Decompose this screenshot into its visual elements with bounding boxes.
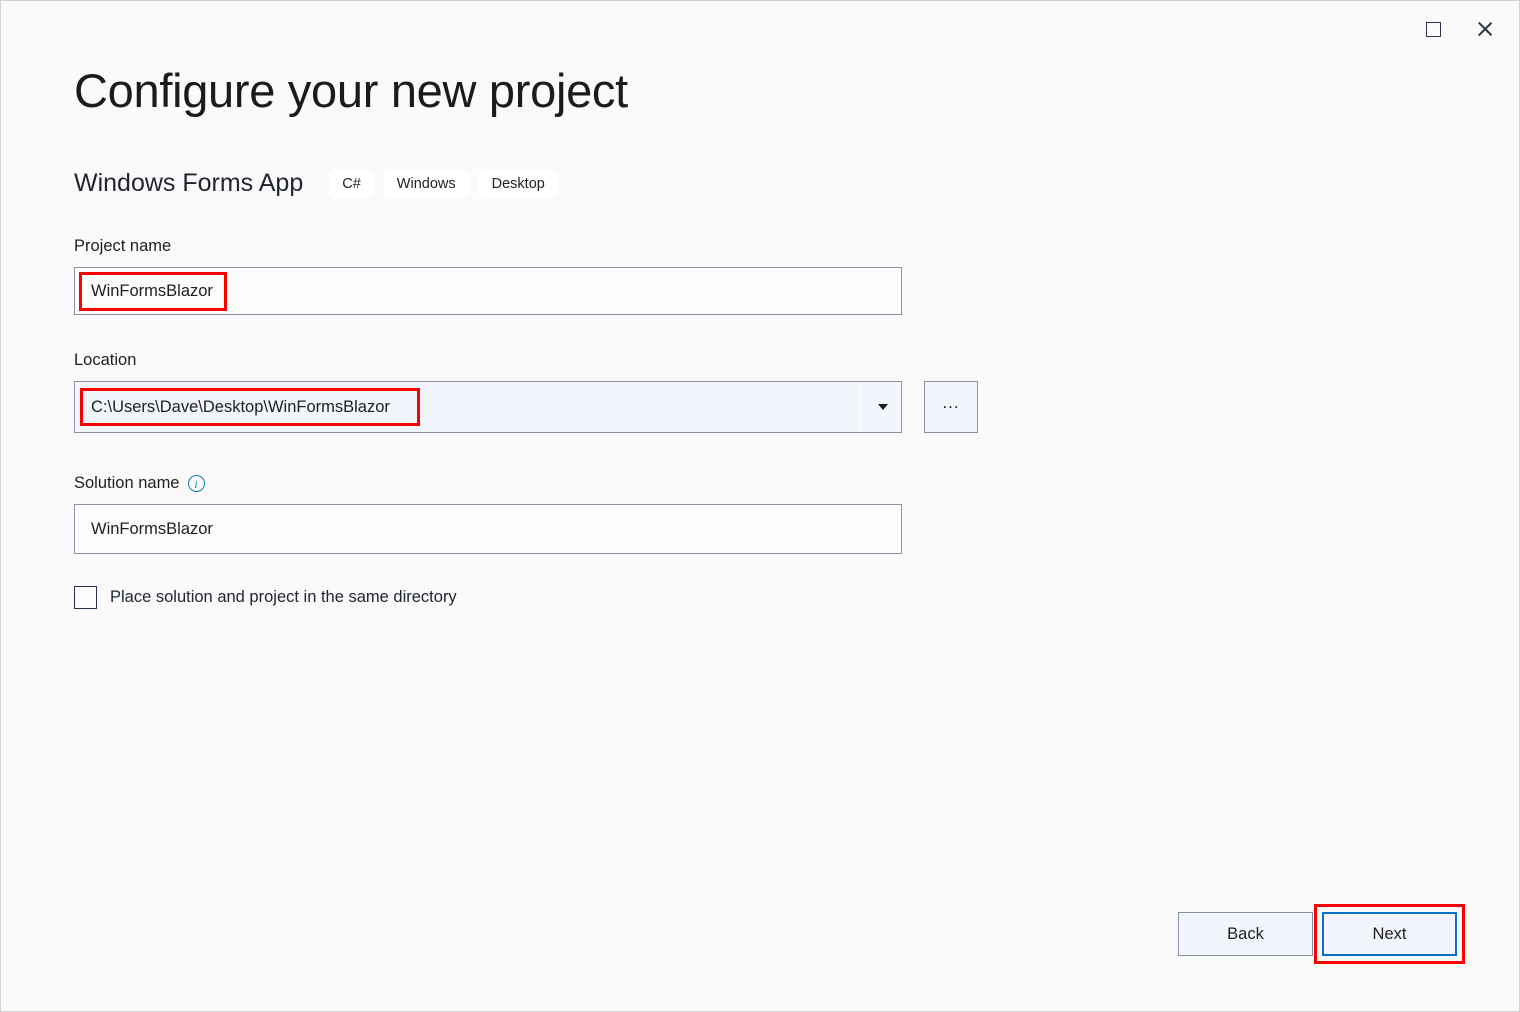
- info-icon[interactable]: i: [188, 475, 205, 492]
- configure-project-dialog: Configure your new project Windows Forms…: [0, 0, 1520, 1012]
- solution-name-input[interactable]: WinFormsBlazor: [74, 504, 902, 554]
- project-name-label: Project name: [74, 237, 902, 256]
- maximize-icon: [1426, 22, 1441, 37]
- tag-platform: Windows: [384, 170, 469, 198]
- next-button-wrapper: Next: [1322, 912, 1457, 956]
- solution-name-value: WinFormsBlazor: [91, 520, 213, 539]
- location-group: Location C:\Users\Dave\Desktop\WinFormsB…: [74, 351, 978, 433]
- combo-separator: [860, 386, 862, 428]
- same-directory-row[interactable]: Place solution and project in the same d…: [74, 586, 457, 609]
- project-name-value: WinFormsBlazor: [91, 282, 213, 301]
- template-name: Windows Forms App: [74, 169, 303, 198]
- maximize-button[interactable]: [1407, 6, 1459, 52]
- project-name-input[interactable]: WinFormsBlazor: [74, 267, 902, 315]
- title-bar: [1, 1, 1519, 59]
- location-label: Location: [74, 351, 978, 370]
- location-value: C:\Users\Dave\Desktop\WinFormsBlazor: [91, 398, 390, 417]
- solution-name-label: Solution name i: [74, 474, 902, 493]
- back-button[interactable]: Back: [1178, 912, 1313, 956]
- same-directory-label: Place solution and project in the same d…: [110, 588, 457, 607]
- solution-name-label-text: Solution name: [74, 474, 180, 493]
- project-name-group: Project name WinFormsBlazor: [74, 237, 902, 315]
- location-combobox[interactable]: C:\Users\Dave\Desktop\WinFormsBlazor: [74, 381, 902, 433]
- tag-language: C#: [329, 170, 374, 198]
- page-title: Configure your new project: [74, 63, 628, 118]
- solution-name-group: Solution name i WinFormsBlazor: [74, 474, 902, 554]
- close-button[interactable]: [1459, 6, 1511, 52]
- chevron-down-icon[interactable]: [878, 404, 888, 410]
- template-tags: C# Windows Desktop: [329, 170, 558, 198]
- next-button[interactable]: Next: [1322, 912, 1457, 956]
- browse-button[interactable]: ...: [924, 381, 978, 433]
- same-directory-checkbox[interactable]: [74, 586, 97, 609]
- window-controls: [1407, 5, 1511, 53]
- tag-project-type: Desktop: [479, 170, 558, 198]
- template-summary: Windows Forms App C# Windows Desktop: [74, 169, 558, 198]
- close-icon: [1476, 20, 1494, 38]
- dialog-footer: Back Next: [1178, 912, 1457, 956]
